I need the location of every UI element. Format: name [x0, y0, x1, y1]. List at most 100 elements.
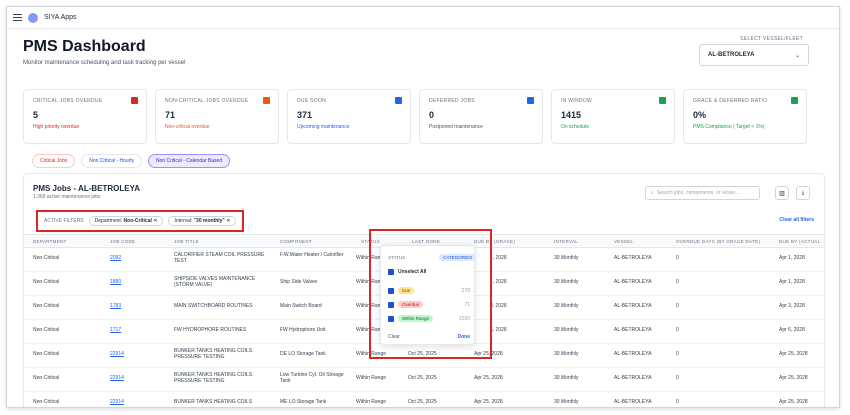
kpi-label: DEFERRED JOBS	[429, 98, 475, 104]
page-title: PMS Dashboard	[23, 38, 146, 55]
cell-vessel: AL-BETROLEYA	[614, 375, 652, 381]
cell-due-grace: 1, 2028	[490, 279, 507, 285]
cell-overdue-days: 0	[676, 255, 679, 261]
option-count: 1020	[458, 315, 470, 322]
done-button[interactable]: Done	[458, 334, 471, 340]
kpi-label: DUE SOON	[297, 98, 327, 104]
cell-job-code[interactable]: 1880	[110, 279, 121, 285]
col-overdue-days[interactable]: OVERDUE DAYS (BY GRACE DATE)	[676, 239, 760, 244]
cell-interval: 30 Monthly	[554, 399, 579, 405]
checkbox-icon[interactable]	[388, 269, 394, 275]
kpi-label: IN WINDOW	[561, 98, 593, 104]
status-filter-dropdown: STATUS CATEGORIES Unselect All Due 278 O…	[380, 245, 477, 345]
col-component[interactable]: COMPONENT	[280, 239, 312, 244]
cell-interval: 30 Monthly	[554, 327, 579, 333]
col-department[interactable]: DEPARTMENT	[33, 239, 67, 244]
cell-job-title: MAIN SWITCHBOARD ROUTINES	[174, 303, 253, 309]
filter-value: "30 monthly"	[193, 218, 225, 224]
cell-due-grace: Apr 25, 2028	[474, 375, 503, 381]
panel-title: PMS Jobs - AL-BETROLEYA	[33, 184, 140, 193]
cell-overdue-days: 0	[676, 327, 679, 333]
app-logo-icon	[28, 12, 38, 23]
cell-component: ME LO Storage Tank	[280, 399, 327, 405]
app-name: SIYA Apps	[44, 14, 77, 21]
search-placeholder: Search jobs, components, or vesse...	[656, 190, 740, 196]
vessel-select-value: AL-BETROLEYA	[708, 52, 755, 58]
cell-component: DE LO Storage Tank	[280, 351, 326, 357]
close-icon[interactable]: ✕	[226, 218, 230, 224]
tab-non-critical-hourly[interactable]: Non Critical - Hourly	[81, 154, 142, 168]
filter-chip-interval[interactable]: Interval: "30 monthly" ✕	[168, 216, 237, 226]
cell-job-code[interactable]: 2092	[110, 255, 121, 261]
cell-component: Ship Side Valves	[280, 279, 318, 285]
cell-due-actual: Apr 25, 2028	[779, 351, 808, 357]
active-filters-label: ACTIVE FILTERS	[44, 218, 84, 224]
filter-value: Non-Critical	[123, 218, 152, 224]
cell-status: Within Range	[356, 375, 387, 381]
tab-non-critical-calendar[interactable]: Non Critical - Calendar Based	[147, 154, 231, 168]
cell-job-code[interactable]: 22914	[110, 375, 124, 381]
unselect-all-label: Unselect All	[398, 269, 427, 275]
kpi-value: 5	[33, 110, 39, 120]
kpi-card-in-window: IN WINDOW 1415 On schedule	[551, 89, 675, 144]
cell-component: Main Switch Board	[280, 303, 322, 309]
unselect-all-option[interactable]: Unselect All	[388, 269, 426, 275]
kpi-value: 371	[297, 110, 313, 120]
option-due[interactable]: Due 278	[388, 287, 470, 294]
cell-department: Non-Critical	[33, 399, 60, 405]
kpi-card-deferred: DEFERRED JOBS 0 Postponed maintenance	[419, 89, 543, 144]
col-job-title[interactable]: JOB TITLE	[174, 239, 199, 244]
col-job-code[interactable]: JOB CODE	[110, 239, 135, 244]
status-pill-within-range: Within Range	[398, 315, 434, 322]
cell-job-title: SHIPSIDE VALVES MAINTENANCE (STORM VALVE…	[174, 276, 256, 288]
option-within-range[interactable]: Within Range 1020	[388, 315, 470, 322]
kpi-subtext: High priority overdue	[33, 124, 80, 130]
close-icon[interactable]: ✕	[153, 218, 157, 224]
cell-job-code[interactable]: 22914	[110, 351, 124, 357]
checkbox-icon[interactable]	[388, 287, 394, 294]
vessel-select[interactable]: AL-BETROLEYA ⌄	[699, 44, 809, 66]
checkbox-icon[interactable]	[388, 301, 394, 308]
cell-overdue-days: 0	[676, 303, 679, 309]
cell-status: Within Range	[356, 399, 387, 405]
kpi-cards: CRITICAL JOBS OVERDUE 5 High priority ov…	[23, 89, 807, 144]
cell-job-code[interactable]: 1783	[110, 303, 121, 309]
cell-job-code[interactable]: 1717	[110, 327, 121, 333]
filter-chip-department[interactable]: Department: Non-Critical ✕	[88, 216, 164, 226]
clear-button[interactable]: Clear	[388, 334, 400, 340]
kpi-subtext: Upcoming maintenance	[297, 124, 350, 130]
cell-component: F.W.Water Heater / Calorifier	[280, 252, 344, 258]
option-overdue[interactable]: Overdue 71	[388, 301, 470, 308]
dropdown-footer: Clear Done	[388, 334, 470, 340]
table-row[interactable]: Non-Critical 22914 BUNKER TANKS HEATING …	[24, 392, 824, 407]
kpi-subtext: On schedule	[561, 124, 590, 130]
cell-job-code[interactable]: 22914	[110, 399, 124, 405]
cell-due-actual: Apr 25, 2028	[779, 375, 808, 381]
cell-department: Non-Critical	[33, 375, 60, 381]
table-row[interactable]: Non-Critical 22914 BUNKER TANKS HEATING …	[24, 368, 824, 392]
check-icon	[659, 97, 666, 104]
kpi-value: 1415	[561, 110, 582, 120]
col-due-actual[interactable]: DUE BY (ACTUAL	[779, 239, 820, 244]
filter-key: Interval:	[174, 218, 193, 224]
search-input[interactable]: ⌕ Search jobs, components, or vesse...	[645, 186, 760, 200]
cell-overdue-days: 0	[676, 399, 679, 405]
checkbox-icon[interactable]	[388, 315, 394, 322]
col-interval[interactable]: INTERVAL	[554, 239, 578, 244]
cell-overdue-days: 0	[676, 375, 679, 381]
panel-subtitle: 1,369 active maintenance jobs	[33, 194, 101, 200]
cell-department: Non-Critical	[33, 327, 60, 333]
cell-due-actual: Apr 1, 2028	[779, 255, 805, 261]
menu-icon[interactable]	[13, 14, 22, 21]
cell-vessel: AL-BETROLEYA	[614, 351, 652, 357]
tab-critical-jobs[interactable]: Critical Jobs	[32, 154, 76, 168]
cell-interval: 30 Monthly	[554, 351, 579, 357]
cell-job-title: BUNKER TANKS HEATING COILS PRESSURE TEST…	[174, 372, 253, 384]
download-button[interactable]: ⤓	[796, 186, 810, 200]
columns-button[interactable]: ▥	[775, 186, 789, 200]
clear-all-filters-link[interactable]: Clear all filters	[780, 217, 814, 223]
col-vessel[interactable]: VESSEL	[614, 239, 633, 244]
dropdown-header: STATUS CATEGORIES	[388, 254, 477, 261]
cell-vessel: AL-BETROLEYA	[614, 279, 652, 285]
cell-interval: 30 Monthly	[554, 255, 579, 261]
